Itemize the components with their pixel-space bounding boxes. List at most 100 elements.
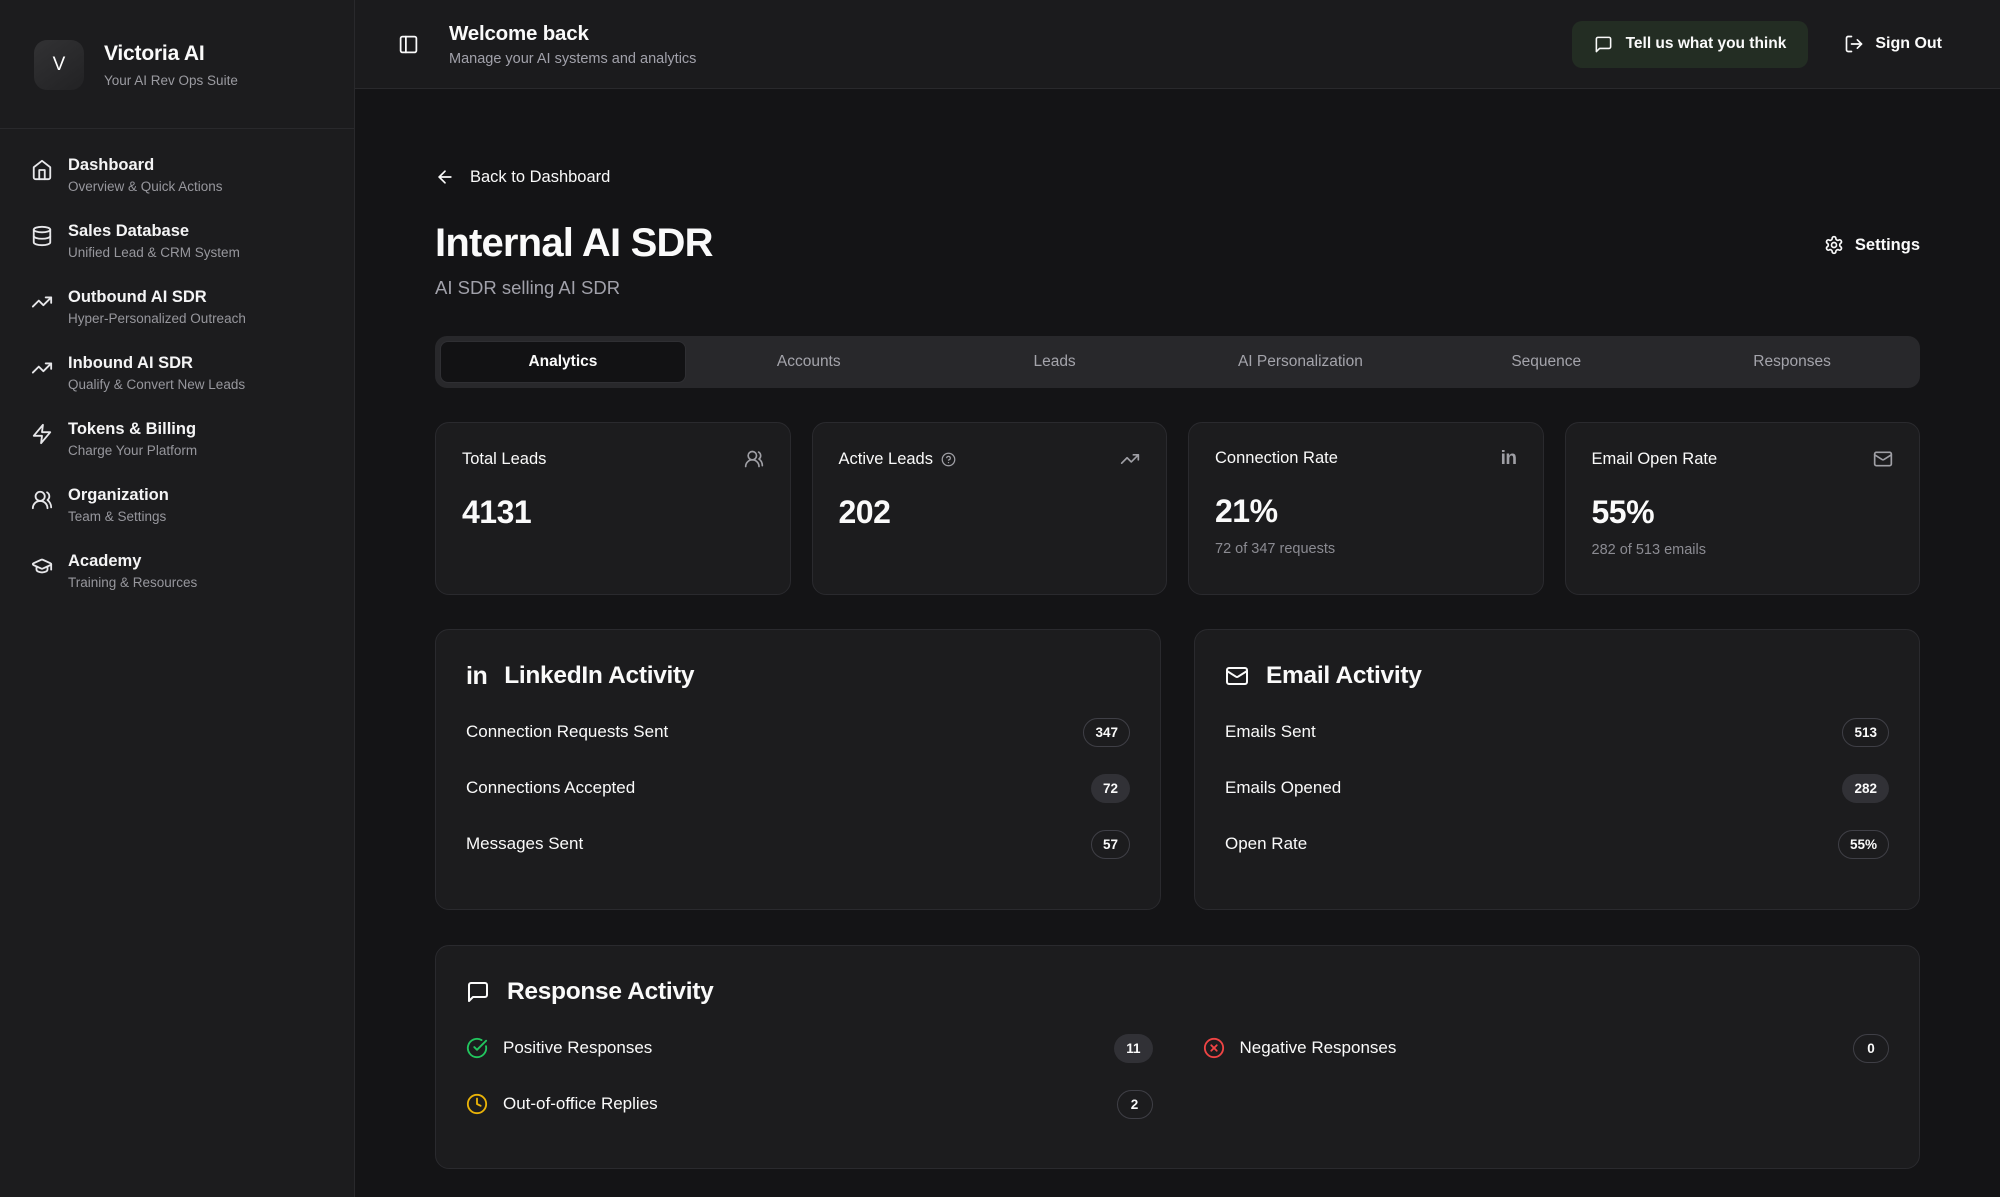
stat-value: 4131 (462, 494, 764, 531)
graduation-cap-icon (31, 555, 53, 577)
check-circle-icon (466, 1037, 488, 1059)
page-subtitle: AI SDR selling AI SDR (435, 277, 713, 299)
stat-card-total-leads: Total Leads 4131 (435, 422, 791, 595)
app-title: Victoria AI (104, 42, 238, 66)
metric-badge: 57 (1091, 830, 1130, 859)
avatar: V (34, 40, 84, 90)
metric-label: Positive Responses (503, 1038, 652, 1058)
sidebar-item-organization[interactable]: OrganizationTeam & Settings (31, 486, 330, 524)
metric-label: Out-of-office Replies (503, 1094, 658, 1114)
card-title: Email Activity (1266, 662, 1422, 690)
tab-sequence[interactable]: Sequence (1423, 341, 1669, 383)
feedback-button[interactable]: Tell us what you think (1572, 21, 1809, 68)
metric-label: Messages Sent (466, 834, 583, 854)
sidebar-item-sales-database[interactable]: Sales Database Unified Lead & CRM System (31, 222, 330, 260)
stat-cards: Total Leads 4131 Active Leads 202 Connec… (435, 422, 1920, 595)
feedback-button-label: Tell us what you think (1626, 35, 1787, 53)
metric-row: Positive Responses 11 (466, 1020, 1153, 1076)
stat-subtext: 282 of 513 emails (1592, 542, 1894, 558)
sidebar-item-label: Sales Database (68, 222, 240, 241)
help-circle-icon[interactable] (941, 452, 956, 467)
back-to-dashboard-link[interactable]: Back to Dashboard (435, 167, 610, 187)
top-bar: Welcome back Manage your AI systems and … (355, 0, 2000, 89)
metric-badge: 0 (1853, 1034, 1889, 1063)
tab-leads[interactable]: Leads (932, 341, 1178, 383)
metric-label: Emails Opened (1225, 778, 1341, 798)
sidebar-item-sub: Qualify & Convert New Leads (68, 377, 245, 392)
linkedin-activity-card: in LinkedIn Activity Connection Requests… (435, 629, 1161, 910)
main-area: Welcome back Manage your AI systems and … (355, 0, 2000, 1197)
metric-row: Negative Responses 0 (1203, 1020, 1890, 1076)
sidebar-item-sub: Charge Your Platform (68, 443, 197, 458)
metric-row: Emails Opened 282 (1225, 760, 1889, 816)
metric-row: Connections Accepted 72 (466, 760, 1130, 816)
sidebar-item-sub: Unified Lead & CRM System (68, 245, 240, 260)
gear-icon (1824, 235, 1844, 255)
metric-row: Out-of-office Replies 2 (466, 1076, 1153, 1132)
message-square-icon (466, 980, 490, 1004)
metric-row: Connection Requests Sent 347 (466, 704, 1130, 760)
stat-label: Total Leads (462, 450, 546, 469)
metric-badge: 513 (1842, 718, 1889, 747)
metric-badge: 282 (1842, 774, 1889, 803)
stat-value: 21% (1215, 493, 1517, 530)
log-out-icon (1844, 34, 1864, 54)
sidebar-item-inbound-ai-sdr[interactable]: Inbound AI SDR Qualify & Convert New Lead… (31, 354, 330, 392)
sign-out-label: Sign Out (1875, 35, 1942, 53)
sidebar-item-label: Outbound AI SDR (68, 288, 246, 307)
trending-up-icon (31, 357, 53, 379)
settings-button[interactable]: Settings (1824, 235, 1920, 255)
sidebar: V Victoria AI Your AI Rev Ops Suite Dash… (0, 0, 355, 1197)
arrow-left-icon (435, 167, 455, 187)
metric-row: Open Rate 55% (1225, 816, 1889, 872)
metric-badge: 347 (1083, 718, 1130, 747)
metric-badge: 2 (1117, 1090, 1153, 1119)
stat-value: 202 (839, 494, 1141, 531)
users-icon (31, 489, 53, 511)
tab-ai-personalization[interactable]: AI Personalization (1177, 341, 1423, 383)
sidebar-item-label: Inbound AI SDR (68, 354, 245, 373)
sidebar-item-outbound-ai-sdr[interactable]: Outbound AI SDR Hyper-Personalized Outrea… (31, 288, 330, 326)
stat-card-email-open-rate: Email Open Rate 55% 282 of 513 emails (1565, 422, 1921, 595)
stat-label: Active Leads (839, 450, 933, 469)
trending-up-icon (1120, 449, 1140, 469)
sidebar-item-label: Dashboard (68, 156, 223, 175)
linkedin-icon: in (1501, 449, 1517, 468)
metric-badge: 11 (1114, 1034, 1152, 1063)
message-square-icon (1594, 35, 1613, 54)
database-icon (31, 225, 53, 247)
response-activity-card: Response Activity Positive Responses 11 … (435, 945, 1920, 1169)
page-content: Back to Dashboard Internal AI SDR AI SDR… (355, 89, 2000, 1197)
email-activity-card: Email Activity Emails Sent 513 Emails Op… (1194, 629, 1920, 910)
sidebar-item-sub: Hyper-Personalized Outreach (68, 311, 246, 326)
card-title: LinkedIn Activity (504, 662, 694, 690)
stat-card-connection-rate: Connection Rate in 21% 72 of 347 request… (1188, 422, 1544, 595)
sidebar-item-dashboard[interactable]: Dashboard Overview & Quick Actions (31, 156, 330, 194)
sidebar-item-academy[interactable]: Academy Training & Resources (31, 552, 330, 590)
app-subtitle: Your AI Rev Ops Suite (104, 73, 238, 88)
sign-out-button[interactable]: Sign Out (1844, 34, 1942, 54)
x-circle-icon (1203, 1037, 1225, 1059)
tab-responses[interactable]: Responses (1669, 341, 1915, 383)
sidebar-item-label: Academy (68, 552, 197, 571)
tab-analytics[interactable]: Analytics (440, 341, 686, 383)
sidebar-item-sub: Team & Settings (68, 509, 169, 524)
sidebar-toggle-button[interactable] (391, 27, 425, 61)
welcome-title: Welcome back (449, 22, 696, 46)
metric-label: Connections Accepted (466, 778, 635, 798)
house-icon (31, 159, 53, 181)
trending-up-icon (31, 291, 53, 313)
welcome-subtitle: Manage your AI systems and analytics (449, 51, 696, 67)
stat-label: Connection Rate (1215, 449, 1338, 468)
metric-label: Negative Responses (1240, 1038, 1397, 1058)
tab-accounts[interactable]: Accounts (686, 341, 932, 383)
settings-label: Settings (1855, 236, 1920, 255)
sidebar-item-sub: Training & Resources (68, 575, 197, 590)
sidebar-item-label: Tokens & Billing (68, 420, 197, 439)
sidebar-item-tokens-billing[interactable]: Tokens & Billing Charge Your Platform (31, 420, 330, 458)
card-title: Response Activity (507, 978, 713, 1006)
sidebar-item-sub: Overview & Quick Actions (68, 179, 223, 194)
metric-badge: 72 (1091, 774, 1130, 803)
metric-row: Messages Sent 57 (466, 816, 1130, 872)
metric-label: Open Rate (1225, 834, 1307, 854)
